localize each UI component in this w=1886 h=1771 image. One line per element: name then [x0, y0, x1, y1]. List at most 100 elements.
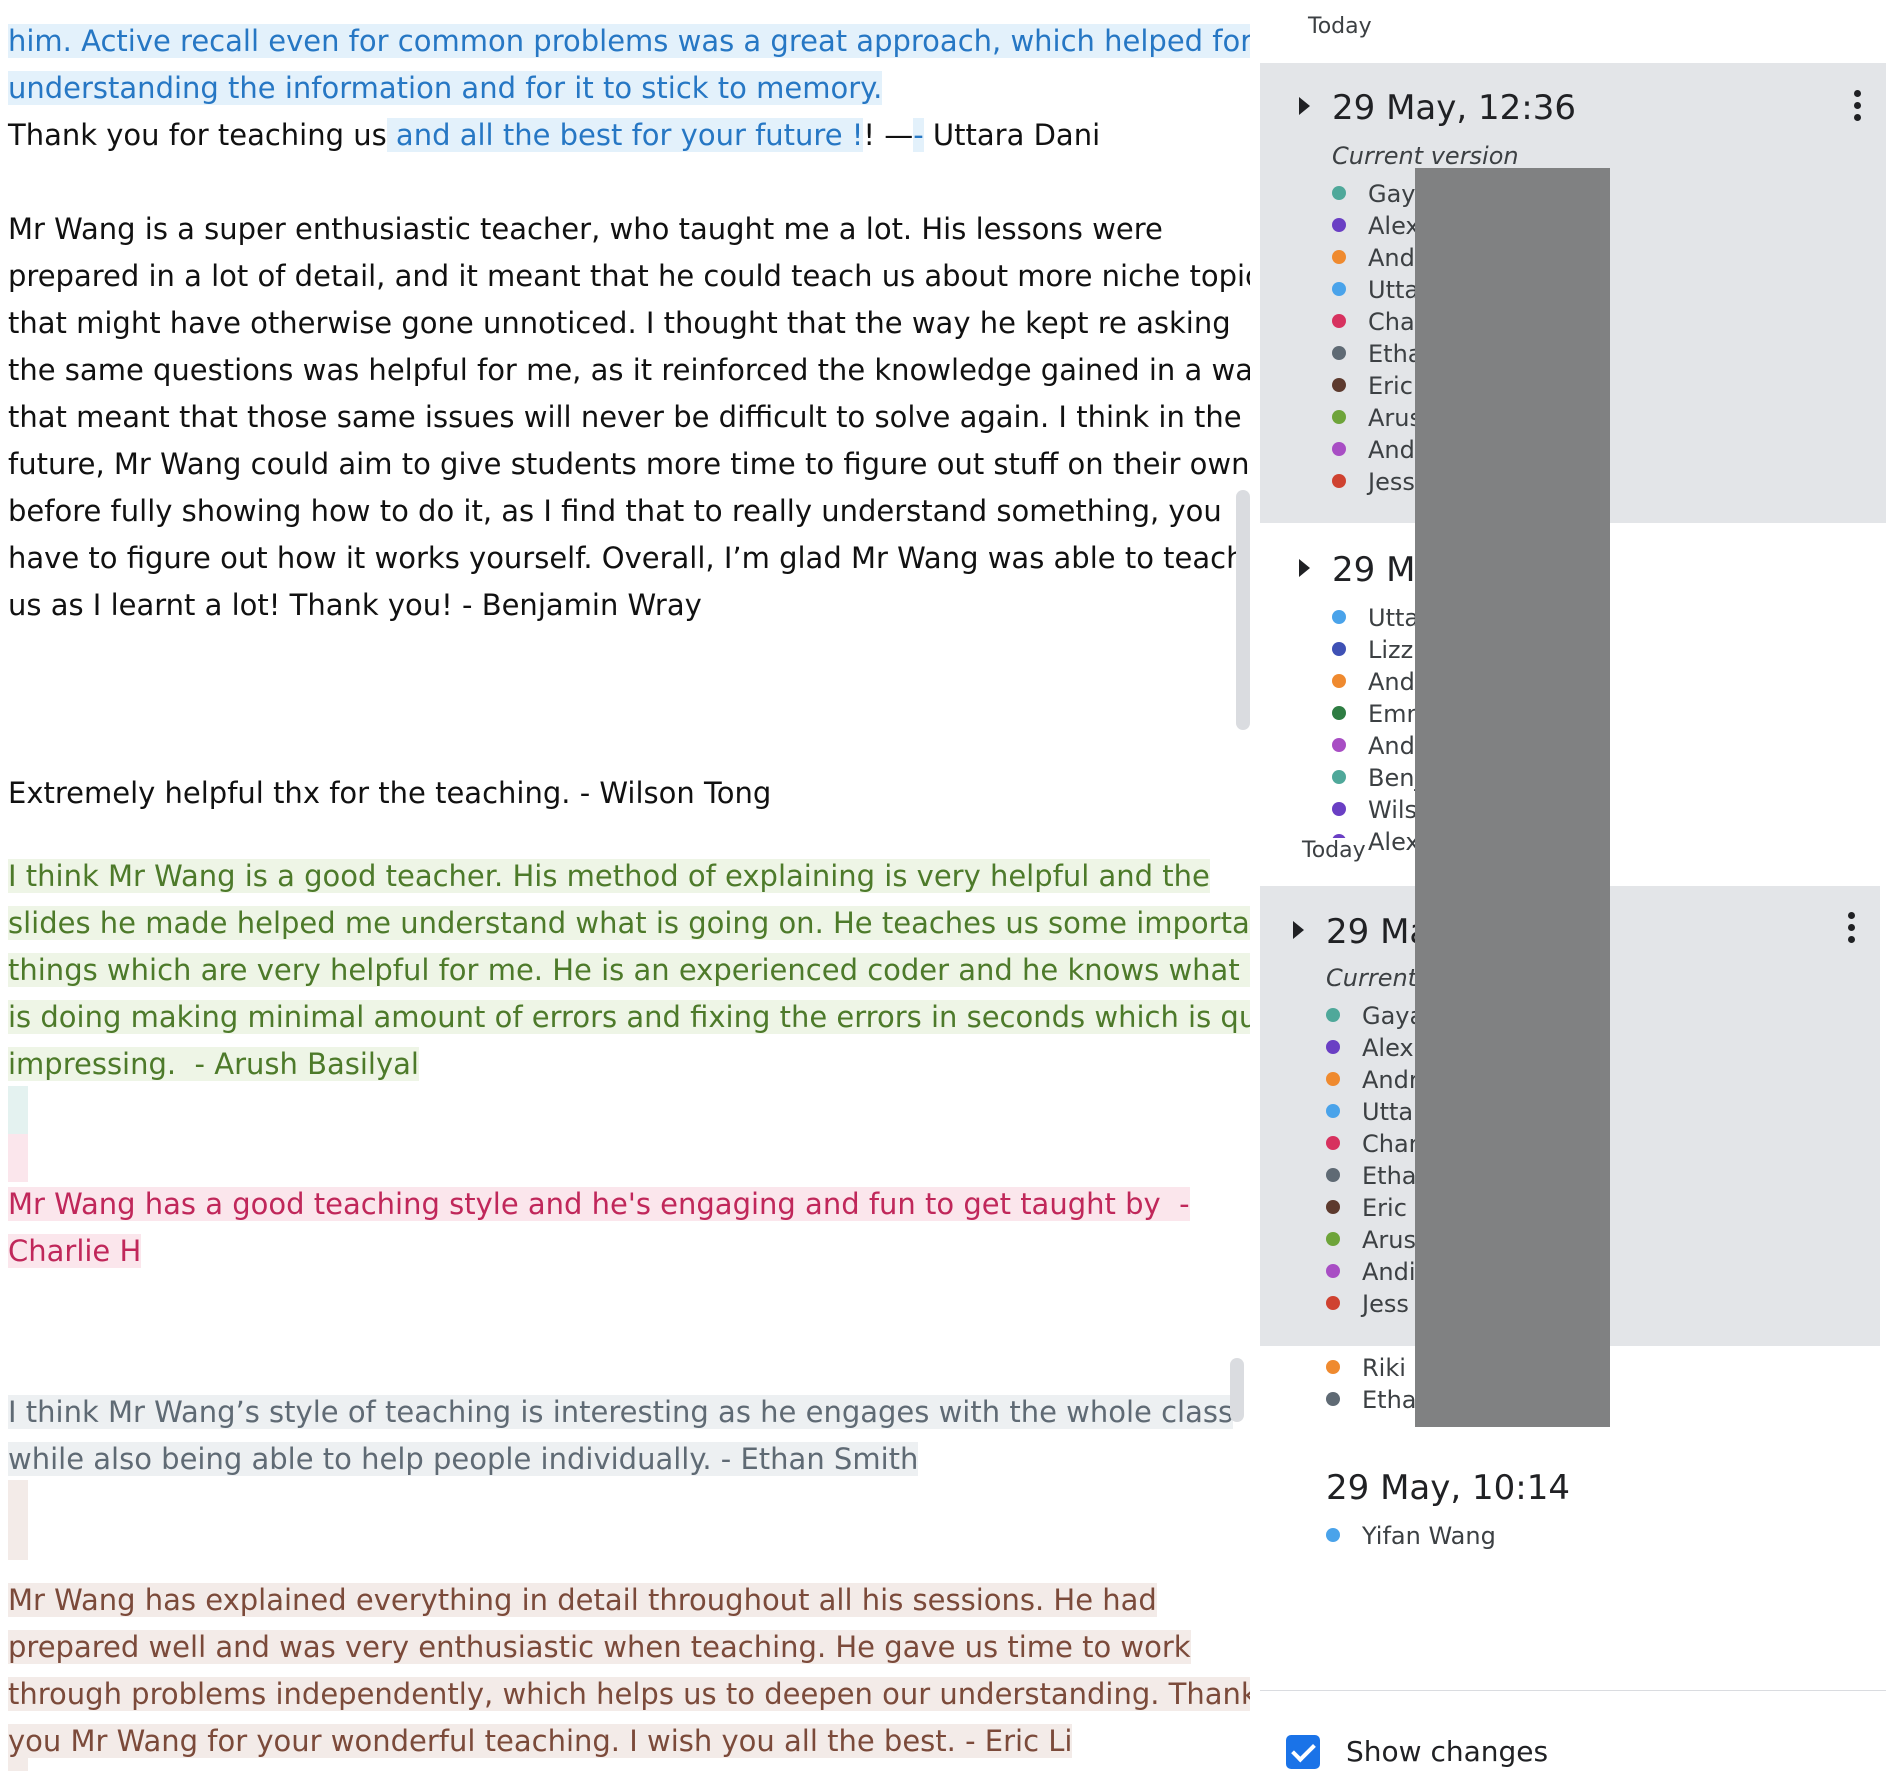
editor-color-dot: [1332, 474, 1346, 488]
editor-entry: Utta: [1332, 274, 1419, 306]
editor-color-dot: [1332, 442, 1346, 456]
document-line[interactable]: that meant that those same issues will n…: [8, 394, 1242, 440]
document-line[interactable]: through problems independently, which he…: [8, 1671, 1250, 1717]
editor-name: Jess: [1368, 468, 1415, 496]
editor-color-dot: [1332, 218, 1346, 232]
editor-entry: Etha: [1332, 338, 1423, 370]
text-run: that meant that those same issues will n…: [8, 400, 1242, 434]
editor-entry: Char: [1332, 306, 1425, 338]
editor-entry: Jess: [1326, 1288, 1409, 1320]
document-line[interactable]: that might have otherwise gone unnoticed…: [8, 300, 1231, 346]
document-line[interactable]: him. Active recall even for common probl…: [8, 18, 1250, 64]
version-timestamp[interactable]: 29 May, 12:36: [1332, 88, 1576, 128]
editor-entry: Utta: [1332, 602, 1419, 634]
document-line[interactable]: I think Mr Wang is a good teacher. His m…: [8, 853, 1210, 899]
text-run: while also being able to help people ind…: [8, 1442, 919, 1476]
editor-entry: Andr: [1326, 1064, 1419, 1096]
editor-color-dot: [1332, 186, 1346, 200]
document-line[interactable]: understanding the information and for it…: [8, 65, 883, 111]
document-scrollbar-secondary[interactable]: [1230, 1358, 1244, 1422]
text-run: understanding the information and for it…: [8, 71, 883, 105]
text-run: has a good teaching style and he's engag…: [135, 1187, 1190, 1221]
date-group-label: Today: [1302, 838, 1366, 863]
editor-entry: Benj: [1332, 762, 1421, 794]
editor-name: Char: [1362, 1130, 1419, 1158]
text-run: I think Mr Wang is a good teacher. His m…: [8, 859, 1210, 893]
text-run: him.: [8, 24, 72, 58]
editor-entry: Char: [1326, 1128, 1419, 1160]
document-line[interactable]: impressing. - Arush Basilyal: [8, 1041, 419, 1087]
editor-name: Benj: [1368, 764, 1422, 792]
document-line[interactable]: have to figure out how it works yourself…: [8, 535, 1244, 581]
editor-color-dot: [1332, 706, 1346, 720]
document-line[interactable]: you Mr Wang for your wonderful teaching.…: [8, 1718, 1073, 1764]
document-line[interactable]: I think Mr Wang’s style of teaching is i…: [8, 1389, 1234, 1435]
editor-entry: Ethar: [1326, 1384, 1426, 1416]
current-version-label: Current version: [1332, 142, 1519, 170]
editor-entry: Eric: [1332, 370, 1413, 402]
editor-name: Andi: [1368, 436, 1422, 464]
editor-entry: Yifan Wang: [1326, 1520, 1496, 1552]
version-timestamp[interactable]: 29 May, 10:14: [1326, 1468, 1570, 1508]
editor-entry: Uttar: [1326, 1096, 1423, 1128]
document-line[interactable]: Mr Wang is a super enthusiastic teacher,…: [8, 206, 1163, 252]
show-changes-checkbox[interactable]: [1286, 1735, 1320, 1769]
editor-color-dot: [1326, 1264, 1340, 1278]
editor-color-dot: [1326, 1072, 1340, 1086]
document-line[interactable]: prepared well and was very enthusiastic …: [8, 1624, 1191, 1670]
document-canvas[interactable]: him. Active recall even for common probl…: [0, 0, 1250, 1771]
show-changes-label[interactable]: Show changes: [1346, 1735, 1548, 1768]
text-run: slides he made helped me understand what…: [8, 906, 1250, 940]
editor-entry: Arusl: [1326, 1224, 1423, 1256]
document-line[interactable]: slides he made helped me understand what…: [8, 900, 1250, 946]
editor-color-dot: [1326, 1104, 1340, 1118]
editor-color-dot: [1326, 1008, 1340, 1022]
document-line[interactable]: Mr Wang has explained everything in deta…: [8, 1577, 1157, 1623]
editor-color-dot: [1332, 282, 1346, 296]
editor-color-dot: [1326, 1168, 1340, 1182]
document-line[interactable]: Mr Wang has a good teaching style and he…: [8, 1181, 1190, 1227]
editor-entry: Alex: [1326, 1032, 1414, 1064]
text-run: before fully showing how to do it, as I …: [8, 494, 1222, 528]
document-line[interactable]: prepared in a lot of detail, and it mean…: [8, 253, 1250, 299]
document-line[interactable]: things which are very helpful for me. He…: [8, 947, 1250, 993]
text-run: is doing making minimal amount of errors…: [8, 1000, 1250, 1034]
document-line[interactable]: is doing making minimal amount of errors…: [8, 994, 1250, 1040]
editor-color-dot: [1332, 378, 1346, 392]
change-marker: [8, 1134, 28, 1182]
more-options-icon[interactable]: [1848, 912, 1856, 948]
editor-name: Wils: [1368, 796, 1418, 824]
editor-entry: Andi: [1332, 434, 1422, 466]
editor-entry: Alex: [1332, 210, 1420, 242]
expand-triangle-icon[interactable]: [1299, 97, 1310, 115]
document-line[interactable]: Charlie H: [8, 1228, 142, 1274]
change-marker: [8, 1086, 28, 1134]
editor-name: Utta: [1368, 604, 1420, 632]
document-line[interactable]: Extremely helpful thx for the teaching. …: [8, 770, 771, 816]
document-line[interactable]: before fully showing how to do it, as I …: [8, 488, 1222, 534]
expand-triangle-icon[interactable]: [1299, 559, 1310, 577]
document-line[interactable]: while also being able to help people ind…: [8, 1436, 919, 1482]
text-run: prepared well and was very enthusiastic …: [8, 1630, 1191, 1664]
redaction-block: [1415, 168, 1610, 1427]
editor-color-dot: [1326, 1528, 1340, 1542]
expand-triangle-icon[interactable]: [1293, 921, 1304, 939]
document-line[interactable]: us as I learnt a lot! Thank you! - Benja…: [8, 582, 702, 628]
document-line[interactable]: future, Mr Wang could aim to give studen…: [8, 441, 1249, 487]
document-scrollbar[interactable]: [1236, 490, 1250, 730]
text-run: the same questions was helpful for me, a…: [8, 353, 1250, 387]
editor-color-dot: [1326, 1360, 1340, 1374]
text-run: impressing. - Arush Basilyal: [8, 1047, 419, 1081]
change-marker: [8, 1480, 28, 1560]
editor-entry: Ethar: [1326, 1160, 1426, 1192]
editor-name: Uttar: [1362, 1098, 1423, 1126]
editor-color-dot: [1326, 1200, 1340, 1214]
more-options-icon[interactable]: [1854, 90, 1862, 126]
document-line[interactable]: the same questions was helpful for me, a…: [8, 347, 1250, 393]
editor-entry: Arus: [1332, 402, 1422, 434]
editor-color-dot: [1326, 1040, 1340, 1054]
text-run: you Mr Wang for your wonderful teaching.…: [8, 1724, 1073, 1758]
show-changes-bar: Show changes: [1260, 1690, 1886, 1771]
editor-name: Alex: [1368, 212, 1420, 240]
document-line[interactable]: Thank you for teaching us and all the be…: [8, 112, 1100, 158]
